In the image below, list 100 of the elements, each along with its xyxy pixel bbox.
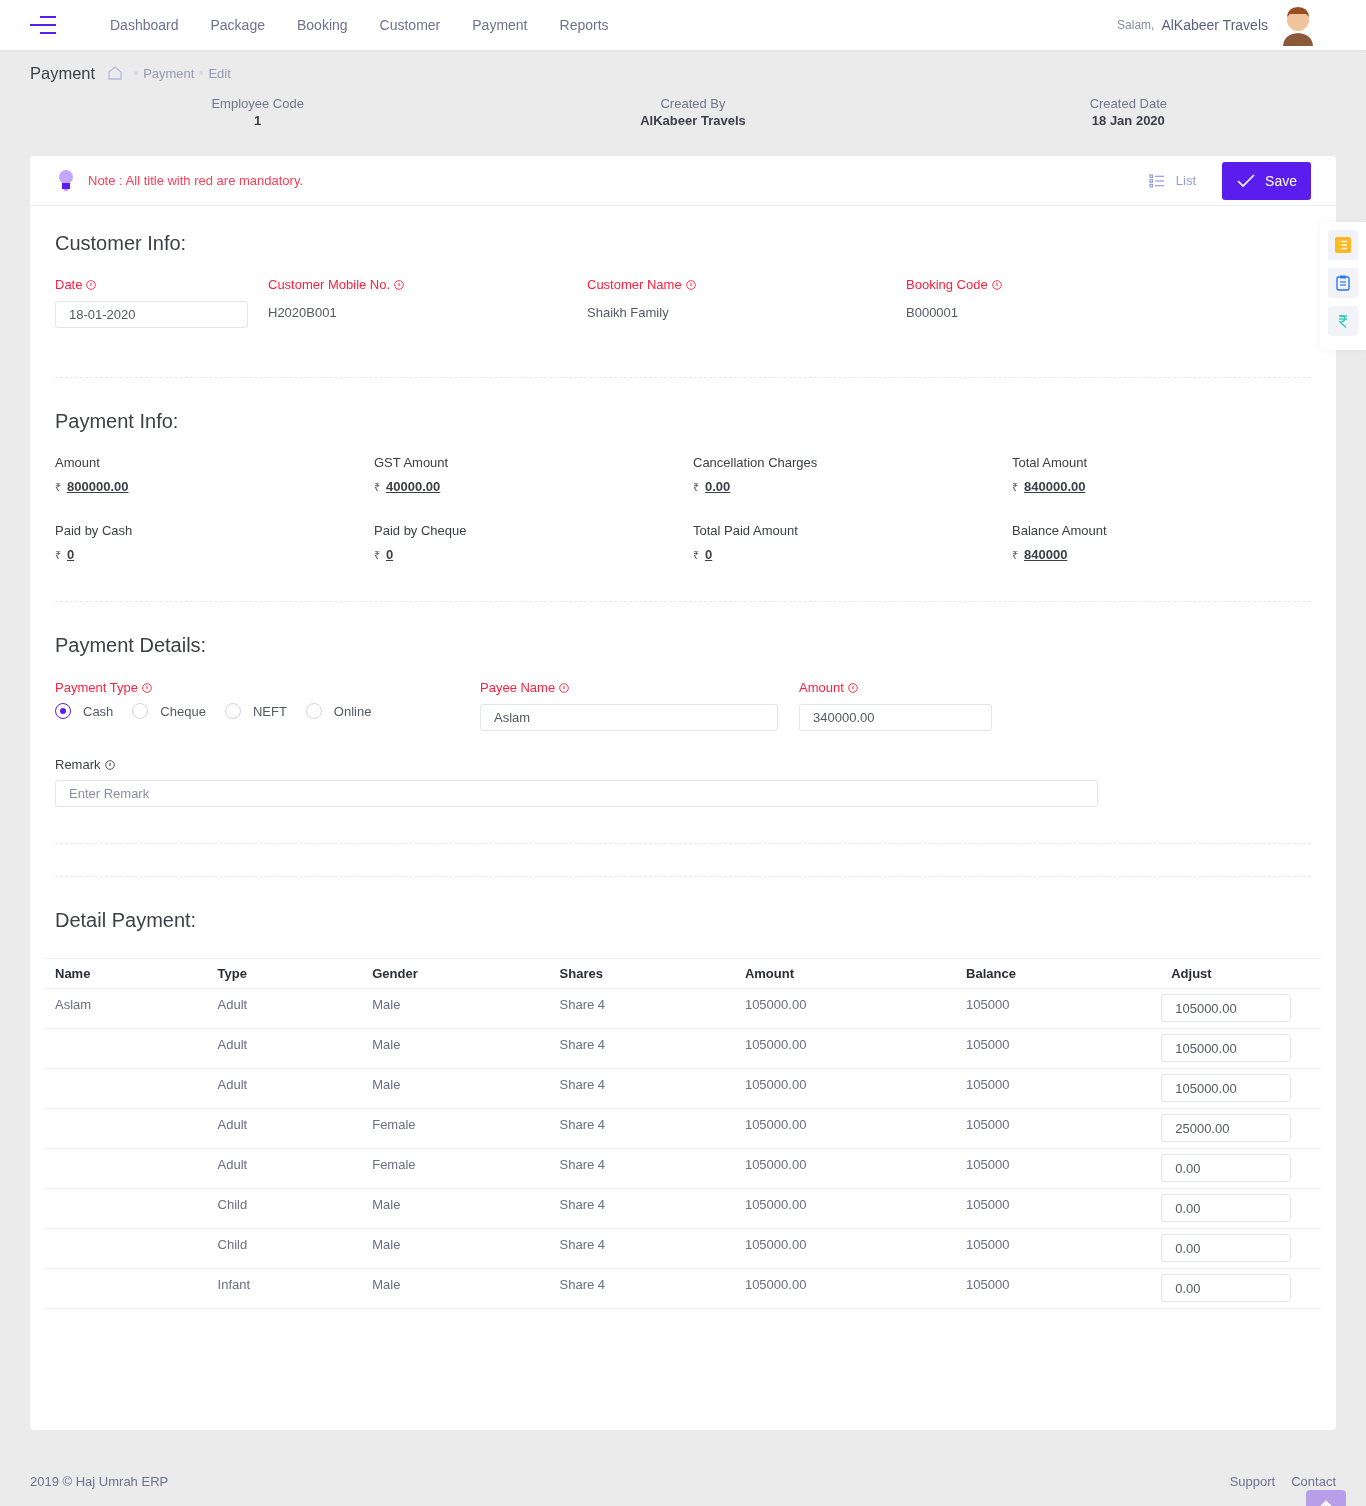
payee-name-field[interactable]: Aslam <box>480 704 778 731</box>
field-label: Customer Name <box>587 277 682 292</box>
table-cell: 105000.00 <box>744 1237 807 1252</box>
column-header: Gender <box>362 958 550 989</box>
nav-link[interactable]: Booking <box>297 17 348 33</box>
table-cell: 105000 <box>966 1197 1010 1212</box>
field-label: Total Amount <box>1012 455 1088 470</box>
amount-link[interactable]: 40000.00 <box>386 479 441 494</box>
table-cell: 105000 <box>966 1157 1010 1172</box>
footer-link[interactable]: Contact <box>1291 1474 1336 1489</box>
field-value: H2020B001 <box>268 304 338 320</box>
info-icon <box>685 279 696 290</box>
adjust-field[interactable]: 0.00 <box>1161 1274 1292 1302</box>
field-label: GST Amount <box>374 455 449 470</box>
column-header: Shares <box>549 958 735 989</box>
table-cell: 105000 <box>966 1077 1010 1092</box>
amount-field[interactable]: 340000.00 <box>799 704 992 731</box>
radio-option[interactable]: Cheque <box>132 703 206 719</box>
date-field[interactable]: 18-01-2020 <box>55 301 248 328</box>
field-label: Paid by Cash <box>55 523 133 538</box>
avatar-icon[interactable] <box>1280 4 1316 46</box>
table-cell: 105000.00 <box>744 1037 807 1052</box>
user-name[interactable]: AlKabeer Travels <box>1161 17 1268 33</box>
meta-value: AlKabeer Travels <box>640 113 746 128</box>
table-cell: 105000.00 <box>744 1117 807 1132</box>
nav-link[interactable]: Payment <box>472 17 528 33</box>
amount-link[interactable]: 840000.00 <box>1024 479 1086 494</box>
note-text: Note : All title with red are mandatory. <box>88 173 304 188</box>
currency-symbol: ₹ <box>1012 548 1018 562</box>
column-header: Type <box>207 958 363 989</box>
info-icon <box>86 279 97 290</box>
table-cell: Male <box>372 1077 401 1092</box>
currency-symbol: ₹ <box>374 548 380 562</box>
nav-link[interactable]: Dashboard <box>110 17 179 33</box>
field-label: Amount <box>55 455 100 470</box>
table-cell: 105000 <box>966 1117 1010 1132</box>
menu-icon[interactable] <box>30 15 58 35</box>
table-cell: 105000 <box>966 997 1010 1012</box>
nav-link[interactable]: Customer <box>379 17 441 33</box>
table-cell: Share 4 <box>559 1077 606 1092</box>
list-icon[interactable] <box>1328 230 1358 260</box>
adjust-field[interactable]: 105000.00 <box>1161 1034 1292 1062</box>
footer-link[interactable]: Support <box>1229 1474 1276 1489</box>
rupee-icon[interactable] <box>1328 306 1358 336</box>
table-cell: Share 4 <box>559 1117 606 1132</box>
adjust-field[interactable]: 105000.00 <box>1161 1074 1292 1102</box>
adjust-field[interactable]: 0.00 <box>1161 1154 1292 1182</box>
list-icon <box>1148 173 1164 188</box>
copyright-text: 2019 © Haj Umrah ERP <box>30 1474 169 1489</box>
section-title: Detail Payment: <box>55 909 198 932</box>
amount-link[interactable]: 0 <box>386 547 394 562</box>
amount-link[interactable]: 840000 <box>1024 547 1068 562</box>
table-cell: 105000 <box>966 1237 1010 1252</box>
table-cell: 105000 <box>966 1277 1010 1292</box>
section-title: Payment Details: <box>55 634 208 657</box>
table-cell: Adult <box>217 1157 248 1172</box>
table-cell: Female <box>372 1117 416 1132</box>
table-cell: Share 4 <box>559 1157 606 1172</box>
remark-field[interactable]: Enter Remark <box>55 780 1098 807</box>
radio-option[interactable]: Cash <box>55 703 114 719</box>
info-icon <box>847 682 858 693</box>
greeting: Salam, <box>1117 18 1155 32</box>
nav-link[interactable]: Reports <box>559 17 609 33</box>
field-label: Amount <box>799 680 844 695</box>
radio-option[interactable]: Online <box>305 703 372 719</box>
meta-value: 18 Jan 2020 <box>1091 113 1165 128</box>
info-icon <box>559 682 570 693</box>
table-cell: 105000.00 <box>744 1277 807 1292</box>
info-icon <box>991 279 1002 290</box>
field-label: Paid by Cheque <box>374 523 467 538</box>
section-title: Payment Info: <box>55 410 180 433</box>
table-cell: Male <box>372 1277 401 1292</box>
table-cell: Child <box>217 1237 248 1252</box>
currency-symbol: ₹ <box>374 480 380 494</box>
field-value: Shaikh Family <box>587 304 670 320</box>
field-label: Payee Name <box>480 680 556 695</box>
field-label: Date <box>55 277 83 292</box>
amount-link[interactable]: 800000.00 <box>67 479 129 494</box>
adjust-field[interactable]: 0.00 <box>1161 1194 1292 1222</box>
amount-link[interactable]: 0.00 <box>705 479 731 494</box>
amount-link[interactable]: 0 <box>705 547 713 562</box>
currency-symbol: ₹ <box>1012 480 1018 494</box>
table-cell: Share 4 <box>559 997 606 1012</box>
save-button[interactable]: Save <box>1222 161 1311 200</box>
field-label: Balance Amount <box>1012 523 1107 538</box>
radio-option[interactable]: NEFT <box>224 703 287 719</box>
table-cell: Share 4 <box>559 1237 606 1252</box>
table-cell: Adult <box>217 1077 248 1092</box>
table-cell: Child <box>217 1197 248 1212</box>
home-icon[interactable] <box>107 66 124 80</box>
adjust-field[interactable]: 25000.00 <box>1161 1114 1292 1142</box>
clipboard-icon[interactable] <box>1328 268 1358 298</box>
adjust-field[interactable]: 105000.00 <box>1161 994 1292 1022</box>
table-cell: 105000.00 <box>744 997 807 1012</box>
meta-label: Employee Code <box>211 96 304 111</box>
nav-link[interactable]: Package <box>210 17 265 33</box>
amount-link[interactable]: 0 <box>67 547 75 562</box>
adjust-field[interactable]: 0.00 <box>1161 1234 1292 1262</box>
field-label: Booking Code <box>906 277 988 292</box>
field-label: Cancellation Charges <box>693 455 818 470</box>
